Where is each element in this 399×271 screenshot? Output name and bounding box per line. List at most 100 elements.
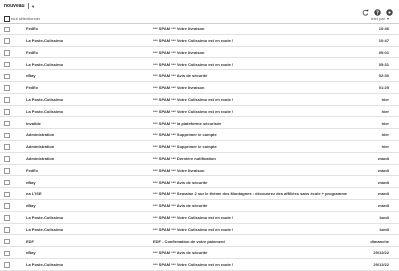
refresh-icon[interactable] — [362, 3, 369, 16]
message-date: hier — [381, 120, 389, 126]
message-sender: La Poste-Colissimo — [26, 108, 64, 114]
message-sender: La Poste-Colissimo — [26, 37, 64, 43]
message-subject[interactable]: *** SPAM *** Supprimer le compte — [153, 144, 217, 149]
message-date: mardi — [378, 155, 389, 161]
message-row[interactable]: La Poste-Colissimo *** SPAM *** Votre Col… — [0, 259, 399, 271]
message-sender: La Poste-Colissimo — [26, 96, 64, 102]
sort-icon: ▾ — [386, 16, 389, 21]
message-subject[interactable]: *** SPAM *** Votre Colissimo est en rout… — [153, 215, 233, 220]
message-sender: FedEx — [26, 167, 39, 173]
message-date: mardi — [378, 167, 389, 173]
message-row[interactable]: EDF EDF - Confirmation de votre paiement d… — [0, 235, 399, 248]
message-row[interactable]: La Poste-Colissimo *** SPAM *** Votre Col… — [0, 35, 399, 47]
message-sender: Administration — [26, 132, 55, 138]
message-row[interactable]: La Poste-Colissimo *** SPAM *** Votre Col… — [0, 212, 399, 224]
message-subject[interactable]: *** SPAM *** Semaine 2 sur le thème des … — [153, 191, 347, 196]
message-date: 10:46 — [378, 26, 389, 32]
message-checkbox[interactable] — [4, 97, 10, 103]
sort-control[interactable]: trier par ▾ — [371, 16, 389, 21]
message-subject[interactable]: EDF - Confirmation de votre paiement — [153, 239, 225, 244]
message-sender: FedEx — [26, 49, 39, 55]
message-checkbox[interactable] — [4, 262, 10, 268]
message-row[interactable]: eBay *** SPAM *** Avis de sécurité mardi — [0, 176, 399, 189]
message-row[interactable]: FedEx *** SPAM *** Votre livraison mardi — [0, 165, 399, 177]
message-subject[interactable]: *** SPAM *** Avis de sécurité — [153, 203, 207, 208]
message-subject[interactable]: *** SPAM *** Votre livraison — [153, 85, 204, 90]
message-subject[interactable]: *** SPAM *** Avis de sécurité — [153, 180, 207, 185]
message-sender: FedEx — [26, 85, 39, 91]
message-row[interactable]: FedEx *** SPAM *** Votre livraison 10:46 — [0, 23, 399, 35]
message-row[interactable]: FedEx *** SPAM *** Votre livraison 09:01 — [0, 47, 399, 59]
message-checkbox[interactable] — [4, 109, 10, 115]
message-checkbox[interactable] — [4, 191, 10, 198]
message-checkbox[interactable] — [4, 203, 10, 209]
select-all-checkbox[interactable] — [4, 16, 10, 22]
message-list: FedEx *** SPAM *** Votre livraison 10:46 La… — [0, 23, 399, 271]
message-row[interactable]: La Poste-Colissimo *** SPAM *** Votre Col… — [0, 224, 399, 236]
help-icon[interactable]: ? — [374, 3, 381, 16]
message-row[interactable]: na L'ISE *** SPAM *** Semaine 2 sur le th… — [0, 188, 399, 200]
message-row[interactable]: Administration *** SPAM *** Supprimer le … — [0, 129, 399, 141]
message-checkbox[interactable] — [4, 215, 10, 221]
message-checkbox[interactable] — [4, 26, 10, 32]
message-checkbox[interactable] — [4, 132, 10, 139]
message-date: hier — [381, 144, 389, 150]
message-row[interactable]: eBay *** SPAM *** Avis de sécurité mardi — [0, 200, 399, 212]
message-checkbox[interactable] — [4, 168, 10, 174]
message-row[interactable]: Administration *** SPAM *** Supprimer le … — [0, 141, 399, 153]
message-sender: Administration — [26, 144, 55, 150]
divider — [27, 3, 29, 9]
message-subject[interactable]: *** SPAM *** Votre livraison — [153, 26, 204, 31]
message-subject[interactable]: *** SPAM *** Votre Colissimo est en rout… — [153, 227, 233, 232]
message-checkbox[interactable] — [4, 144, 10, 150]
message-subject[interactable]: *** SPAM *** Votre Colissimo est en rout… — [153, 38, 233, 43]
message-row[interactable]: La Poste-Colissimo *** SPAM *** Votre Col… — [0, 94, 399, 106]
message-row[interactable]: FedEx *** SPAM *** Votre livraison 01:25 — [0, 82, 399, 94]
message-checkbox[interactable] — [4, 61, 10, 68]
new-message-button[interactable]: nouveau ▼ — [4, 3, 35, 9]
message-checkbox[interactable] — [4, 38, 10, 44]
message-checkbox[interactable] — [4, 85, 10, 91]
message-checkbox[interactable] — [4, 238, 10, 245]
message-subject[interactable]: *** SPAM *** Votre Colissimo est en rout… — [153, 62, 233, 67]
message-row[interactable]: eBay *** SPAM *** Avis de sécurité 29/12/2… — [0, 247, 399, 259]
message-row[interactable]: La Poste-Colissimo *** SPAM *** Votre Col… — [0, 58, 399, 71]
message-subject[interactable]: *** SPAM *** Votre livraison — [153, 168, 204, 173]
message-row[interactable]: invalide *** SPAM *** la plateforme sécur… — [0, 117, 399, 130]
message-checkbox[interactable] — [4, 227, 10, 233]
message-checkbox[interactable] — [4, 179, 10, 186]
settings-icon[interactable] — [386, 3, 393, 16]
message-subject[interactable]: *** SPAM *** Votre Colissimo est en rout… — [153, 109, 233, 114]
message-checkbox[interactable] — [4, 156, 10, 162]
message-date: 05:31 — [378, 61, 389, 67]
message-sender: eBay — [26, 179, 36, 185]
message-row[interactable]: Administration *** SPAM *** Dernière noti… — [0, 153, 399, 165]
message-sender: La Poste-Colissimo — [26, 61, 64, 67]
message-subject[interactable]: *** SPAM *** Supprimer le compte — [153, 132, 217, 137]
message-subject[interactable]: *** SPAM *** Votre Colissimo est en rout… — [153, 97, 233, 102]
chevron-down-icon[interactable]: ▼ — [31, 4, 35, 9]
message-checkbox[interactable] — [4, 120, 10, 127]
message-date: 02:30 — [378, 73, 389, 79]
message-checkbox[interactable] — [4, 50, 10, 56]
message-subject[interactable]: *** SPAM *** Votre livraison — [153, 50, 204, 55]
message-date: 10:47 — [378, 37, 389, 43]
message-row[interactable]: eBay *** SPAM *** Avis de sécurité 02:30 — [0, 70, 399, 82]
message-date: hier — [381, 96, 389, 102]
message-date: 01:25 — [378, 85, 389, 91]
message-sender: La Poste-Colissimo — [26, 262, 64, 268]
message-sender: FedEx — [26, 26, 39, 32]
message-subject[interactable]: *** SPAM *** Avis de sécurité — [153, 73, 207, 78]
message-row[interactable]: La Poste-Colissimo *** SPAM *** Votre Col… — [0, 106, 399, 118]
select-all-label[interactable]: tout sélectionner — [11, 16, 40, 21]
message-date: 09:01 — [378, 49, 389, 55]
toolbar: nouveau ▼ ? — [0, 0, 399, 16]
message-date: hier — [381, 132, 389, 138]
message-checkbox[interactable] — [4, 250, 10, 257]
message-sender: La Poste-Colissimo — [26, 226, 64, 232]
message-subject[interactable]: *** SPAM *** la plateforme sécurisée — [153, 121, 221, 126]
message-subject[interactable]: *** SPAM *** Dernière notification — [153, 156, 216, 161]
message-sender: EDF — [26, 238, 34, 244]
message-checkbox[interactable] — [4, 73, 10, 80]
message-subject[interactable]: *** SPAM *** Votre Colissimo est en rout… — [153, 262, 233, 267]
